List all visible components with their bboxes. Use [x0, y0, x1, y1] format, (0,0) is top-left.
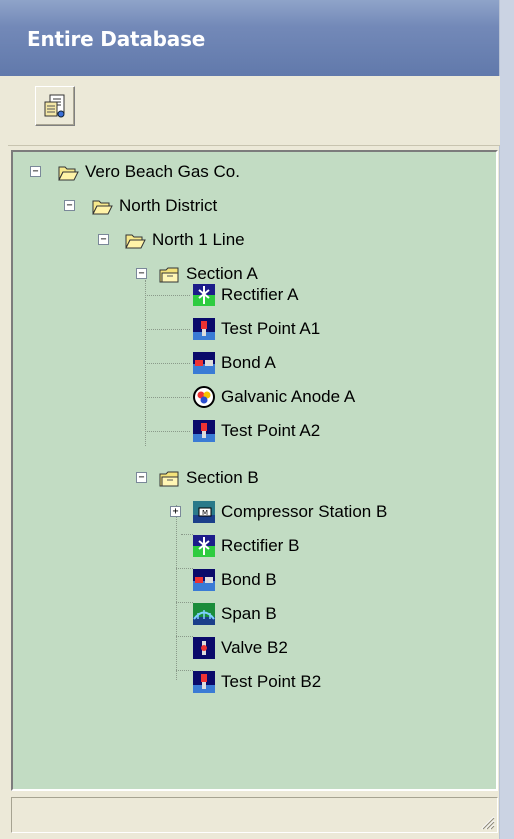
- bond-icon: [193, 352, 215, 374]
- tree-node-label: Test Point A2: [221, 421, 321, 440]
- resize-grip-icon[interactable]: [477, 812, 495, 830]
- section-folder-icon: [159, 471, 179, 487]
- tree-node-label: Bond B: [221, 570, 277, 589]
- tree-connector: [145, 397, 190, 398]
- tree-node-label: Span B: [221, 604, 277, 623]
- tree-node-label: Rectifier A: [221, 285, 299, 304]
- panel-title: Entire Database: [27, 27, 206, 51]
- section-folder-icon: [159, 267, 179, 283]
- collapse-toggle[interactable]: −: [64, 200, 75, 211]
- tree-view[interactable]: − Vero Beach Gas Co. − North District − …: [11, 150, 498, 791]
- status-bar: [11, 797, 498, 833]
- collapse-toggle[interactable]: −: [30, 166, 41, 177]
- tree-node-galvanic-anode-a[interactable]: Galvanic Anode A: [193, 384, 355, 410]
- tree-connector: [176, 568, 193, 569]
- tree-node-test-point-a1[interactable]: Test Point A1: [193, 316, 320, 342]
- tree-node-valve-b2[interactable]: Valve B2: [193, 635, 288, 661]
- tree-node-bond-a[interactable]: Bond A: [193, 350, 276, 376]
- tree-node-rectifier-a[interactable]: Rectifier A: [193, 282, 298, 308]
- tree-node-span-b[interactable]: Span B: [193, 601, 277, 627]
- open-folder-icon: [92, 200, 113, 215]
- collapse-toggle[interactable]: −: [136, 268, 147, 279]
- tree-node-bond-b[interactable]: Bond B: [193, 567, 277, 593]
- open-folder-icon: [125, 234, 146, 249]
- test-point-icon: [193, 671, 215, 693]
- tree-node-label: Vero Beach Gas Co.: [85, 162, 240, 181]
- tree-connector: [145, 295, 190, 296]
- tree-node-test-point-b2[interactable]: Test Point B2: [193, 669, 321, 695]
- window-right-edge: [499, 0, 514, 839]
- span-icon: [193, 603, 215, 625]
- compressor-station-icon: M: [193, 501, 215, 523]
- rectifier-icon: [193, 284, 215, 306]
- valve-icon: [193, 637, 215, 659]
- window-left-edge: [0, 0, 6, 839]
- tree-node-label: Section A: [186, 264, 258, 283]
- tree-node-section-b[interactable]: Section B: [158, 465, 259, 491]
- tree-connector: [176, 602, 193, 603]
- report-icon: [44, 94, 65, 118]
- panel-titlebar: Entire Database: [0, 0, 514, 76]
- report-button[interactable]: [35, 86, 75, 126]
- test-point-icon: [193, 420, 215, 442]
- tree-connector: [176, 670, 193, 671]
- tree-node-label: Section B: [186, 468, 259, 487]
- tree-node-label: Compressor Station B: [221, 502, 388, 521]
- tree-node-compressor-station-b[interactable]: M Compressor Station B: [193, 499, 387, 525]
- tree-connector: [145, 363, 190, 364]
- tree-node-label: North District: [119, 196, 218, 215]
- toolbar: [8, 76, 500, 146]
- tree-node-rectifier-b[interactable]: Rectifier B: [193, 533, 299, 559]
- open-folder-icon: [58, 166, 79, 181]
- expand-toggle[interactable]: +: [170, 506, 181, 517]
- galvanic-anode-icon: [193, 386, 215, 408]
- tree-node-test-point-a2[interactable]: Test Point A2: [193, 418, 320, 444]
- tree-connector: [176, 505, 177, 680]
- svg-text:M: M: [202, 509, 208, 517]
- tree-node-label: Rectifier B: [221, 536, 300, 555]
- tree-node-label: North 1 Line: [152, 230, 245, 249]
- tree-connector: [181, 534, 193, 535]
- tree-node-label: Galvanic Anode A: [221, 387, 356, 406]
- tree-node-district[interactable]: North District: [91, 193, 217, 219]
- tree-node-label: Valve B2: [221, 638, 288, 657]
- test-point-icon: [193, 318, 215, 340]
- collapse-toggle[interactable]: −: [98, 234, 109, 245]
- tree-connector: [145, 329, 190, 330]
- collapse-toggle[interactable]: −: [136, 472, 147, 483]
- tree-connector: [176, 636, 193, 637]
- tree-node-label: Bond A: [221, 353, 276, 372]
- tree-node-label: Test Point B2: [221, 672, 322, 691]
- tree-connector: [145, 431, 190, 432]
- tree-node-label: Test Point A1: [221, 319, 321, 338]
- rectifier-icon: [193, 535, 215, 557]
- bond-icon: [193, 569, 215, 591]
- tree-node-root[interactable]: Vero Beach Gas Co.: [57, 159, 240, 185]
- tree-node-line[interactable]: North 1 Line: [124, 227, 245, 253]
